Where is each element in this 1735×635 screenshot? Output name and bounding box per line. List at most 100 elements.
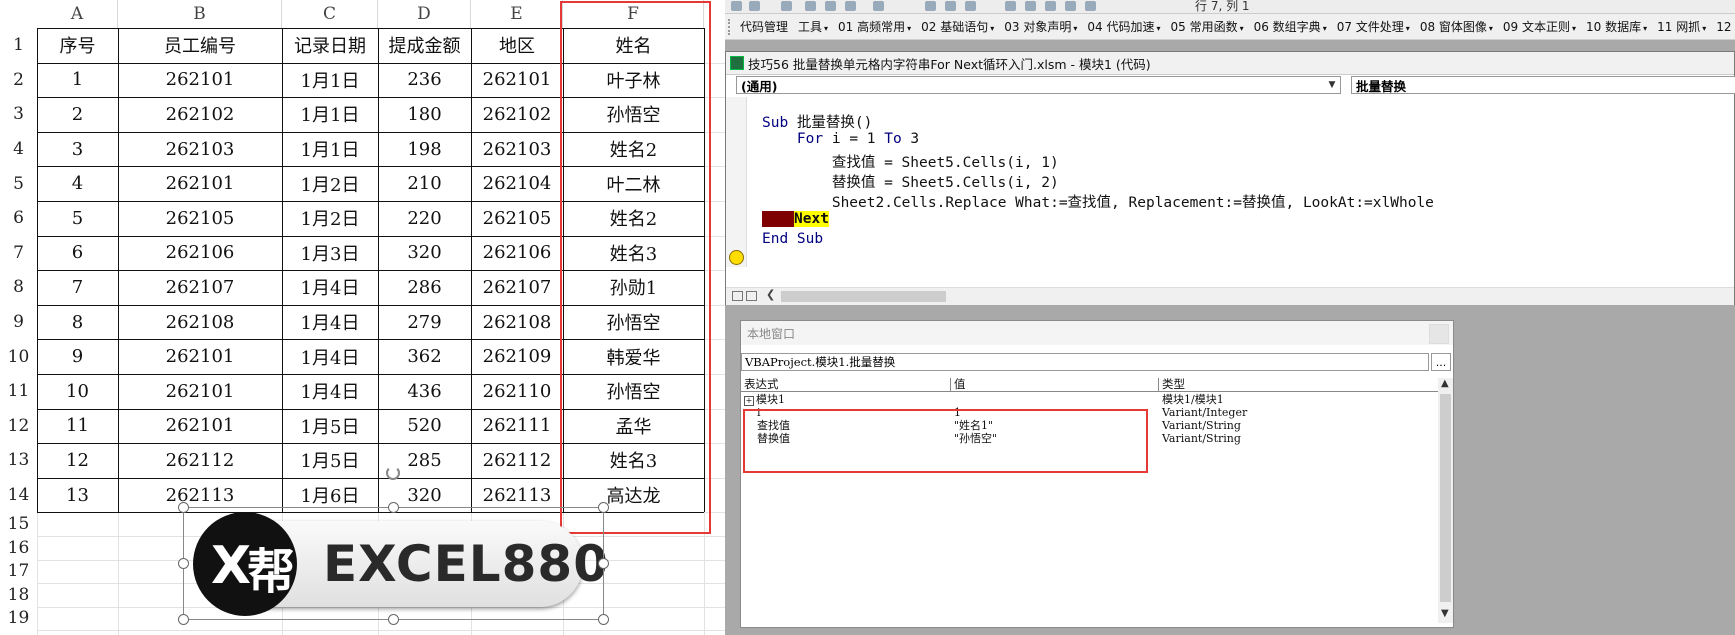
close-button[interactable]: [1429, 324, 1449, 344]
locals-cell[interactable]: 模块1/模块1: [1162, 393, 1224, 406]
table-cell[interactable]: 180: [378, 97, 471, 132]
copy-icon[interactable]: [825, 1, 836, 11]
column-header-c[interactable]: C: [282, 0, 378, 28]
table-cell[interactable]: 279: [378, 305, 471, 340]
scroll-left-icon[interactable]: ❮: [766, 288, 775, 301]
chevron-down-icon[interactable]: ▾: [1406, 24, 1410, 33]
resize-handle[interactable]: [388, 614, 399, 625]
code-line[interactable]: Sheet2.Cells.Replace What:=查找值, Replacem…: [762, 191, 1434, 212]
addin-menu-item[interactable]: 07 文件处理 ▾: [1332, 18, 1415, 35]
table-cell[interactable]: 262108: [471, 305, 563, 340]
cut-icon[interactable]: [805, 1, 816, 11]
row-header-9[interactable]: 9: [0, 305, 37, 340]
table-cell[interactable]: 1月3日: [282, 236, 378, 271]
table-cell[interactable]: 1月4日: [282, 374, 378, 409]
addin-menu-item[interactable]: 11 网抓 ▾: [1652, 18, 1711, 35]
table-cell[interactable]: 9: [37, 339, 118, 374]
locals-cell[interactable]: Variant/String: [1162, 419, 1241, 432]
table-cell[interactable]: 1月1日: [282, 97, 378, 132]
addin-menu-item[interactable]: 10 数据库 ▾: [1581, 18, 1652, 35]
run-icon[interactable]: [925, 1, 936, 11]
resize-handle[interactable]: [178, 614, 189, 625]
code-window[interactable]: 技巧56 批量替换单元格内字符串For Next循环入门.xlsm - 模块1 …: [725, 51, 1735, 305]
chevron-down-icon[interactable]: ▾: [1240, 24, 1244, 33]
horizontal-scrollbar[interactable]: ❮: [726, 287, 1734, 305]
table-cell[interactable]: 262105: [471, 201, 563, 236]
table-cell[interactable]: 262104: [471, 166, 563, 201]
reset-icon[interactable]: [965, 1, 976, 11]
table-cell[interactable]: 262103: [471, 132, 563, 167]
chevron-down-icon[interactable]: ▾: [824, 24, 828, 33]
table-cell[interactable]: 262103: [118, 132, 282, 167]
table-cell[interactable]: 262110: [471, 374, 563, 409]
addin-menu-item[interactable]: 工具 ▾: [793, 18, 833, 35]
table-cell[interactable]: 11: [37, 409, 118, 444]
table-cell[interactable]: 262101: [118, 166, 282, 201]
table-cell[interactable]: 7: [37, 270, 118, 305]
table-cell[interactable]: 12: [37, 443, 118, 478]
table-cell[interactable]: 262106: [471, 236, 563, 271]
table-cell[interactable]: 262102: [471, 97, 563, 132]
table-cell[interactable]: 1月5日: [282, 409, 378, 444]
row-header-18[interactable]: 18: [0, 583, 37, 607]
table-cell[interactable]: 262107: [471, 270, 563, 305]
locals-column-header[interactable]: 类型: [1159, 378, 1439, 392]
table-cell[interactable]: 4: [37, 166, 118, 201]
row-header-14[interactable]: 14: [0, 478, 37, 513]
locals-cell[interactable]: + 模块1: [744, 393, 785, 406]
table-cell[interactable]: 210: [378, 166, 471, 201]
table-cell[interactable]: 262101: [118, 63, 282, 98]
vertical-scrollbar[interactable]: ▲ ▼: [1438, 378, 1453, 623]
row-header-15[interactable]: 15: [0, 512, 37, 536]
row-header-12[interactable]: 12: [0, 409, 37, 444]
table-cell[interactable]: 8: [37, 305, 118, 340]
spreadsheet[interactable]: A B C D E F 1 2 3 4 5 6 7 8 9 10 11 12 13 14 15 16 17 18 19 序号 员工编…: [0, 0, 740, 635]
resize-handle[interactable]: [178, 558, 189, 569]
paste-icon[interactable]: [845, 1, 856, 11]
table-cell[interactable]: 10: [37, 374, 118, 409]
table-cell[interactable]: 262106: [118, 236, 282, 271]
addin-menu-item[interactable]: 01 高频常用 ▾: [833, 18, 916, 35]
chevron-down-icon[interactable]: ▾: [1156, 24, 1160, 33]
table-header-cell[interactable]: 序号: [37, 28, 118, 63]
column-header-e[interactable]: E: [471, 0, 563, 28]
table-cell[interactable]: 286: [378, 270, 471, 305]
addin-menu-item[interactable]: 12: [1711, 20, 1735, 34]
addin-menu-item[interactable]: 08 窗体图像 ▾: [1415, 18, 1498, 35]
table-cell[interactable]: 1月1日: [282, 132, 378, 167]
chevron-down-icon[interactable]: ▾: [1702, 24, 1706, 33]
table-cell[interactable]: 262107: [118, 270, 282, 305]
row-header-7[interactable]: 7: [0, 236, 37, 271]
resize-handle[interactable]: [388, 502, 399, 513]
code-editor[interactable]: Sub 批量替换() For i = 1 To 3 查找值 = Sheet5.C…: [726, 97, 1734, 267]
object-browser-icon[interactable]: [1065, 1, 1076, 11]
scroll-up-icon[interactable]: ▲: [1441, 378, 1449, 389]
table-cell[interactable]: 262108: [118, 305, 282, 340]
scrollbar-thumb[interactable]: [1440, 394, 1451, 602]
table-cell[interactable]: 5: [37, 201, 118, 236]
table-cell[interactable]: 1月1日: [282, 63, 378, 98]
code-line[interactable]: Next: [762, 211, 829, 227]
addin-menu-item[interactable]: 03 对象声明 ▾: [999, 18, 1082, 35]
procedure-view-icon[interactable]: [732, 291, 743, 301]
table-cell[interactable]: 362: [378, 339, 471, 374]
row-header-16[interactable]: 16: [0, 536, 37, 560]
resize-handle[interactable]: [598, 614, 609, 625]
table-header-cell[interactable]: 员工编号: [118, 28, 282, 63]
addin-menu-item[interactable]: 代码管理: [735, 18, 793, 35]
table-cell[interactable]: 262111: [471, 409, 563, 444]
table-cell[interactable]: 436: [378, 374, 471, 409]
row-header-6[interactable]: 6: [0, 201, 37, 236]
resize-handle[interactable]: [178, 502, 189, 513]
save-icon[interactable]: [781, 1, 792, 11]
row-header-3[interactable]: 3: [0, 97, 37, 132]
row-header-19[interactable]: 19: [0, 606, 37, 630]
table-cell[interactable]: 520: [378, 409, 471, 444]
code-line[interactable]: Sub 批量替换(): [762, 111, 872, 132]
table-cell[interactable]: 262101: [118, 339, 282, 374]
row-header-1[interactable]: 1: [0, 28, 37, 63]
table-cell[interactable]: 1月2日: [282, 201, 378, 236]
column-header-b[interactable]: B: [118, 0, 282, 28]
table-cell[interactable]: 262112: [471, 443, 563, 478]
table-cell[interactable]: 262102: [118, 97, 282, 132]
